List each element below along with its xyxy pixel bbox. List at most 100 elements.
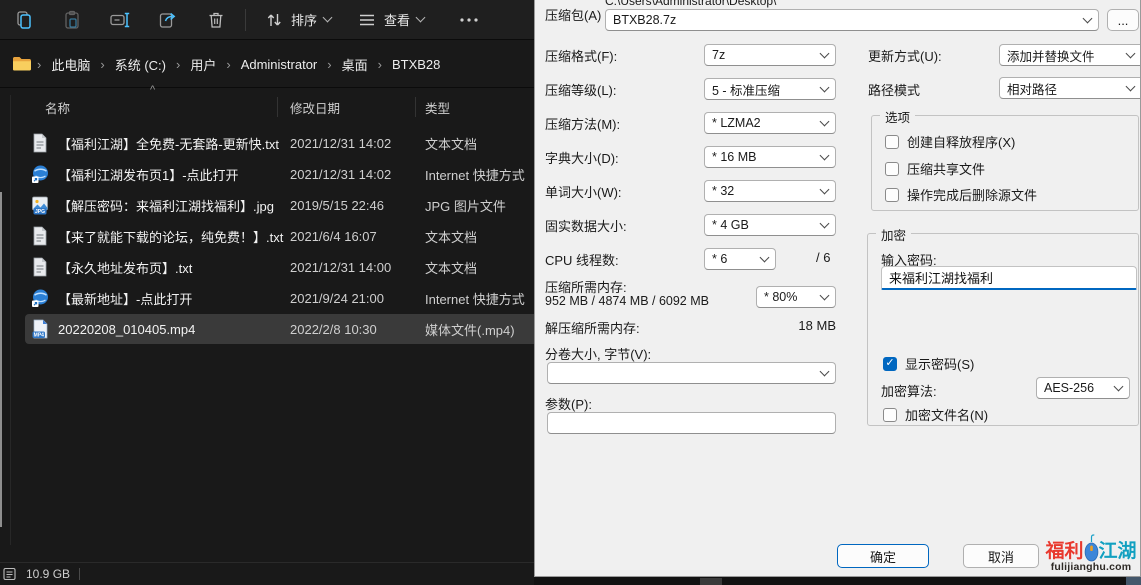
breadcrumb-item-system-c[interactable]: 系统 (C:) [106, 51, 175, 78]
chevron-down-icon [820, 116, 830, 126]
create-sfx-checkbox[interactable]: 创建自释放程序(X) [885, 132, 1015, 151]
file-date: 2021/12/31 14:00 [290, 260, 425, 275]
ok-button[interactable]: 确定 [837, 544, 929, 568]
breadcrumb-item-btxb28[interactable]: BTXB28 [383, 53, 449, 76]
cancel-button[interactable]: 取消 [963, 544, 1039, 568]
path-mode-select[interactable]: 相对路径 [999, 77, 1141, 99]
chevron-down-icon [820, 184, 830, 194]
chevron-down-icon [1114, 381, 1124, 391]
chevron-down-icon [820, 218, 830, 228]
breadcrumb-item-users[interactable]: 用户 [181, 51, 225, 78]
dictionary-size-value: * 16 MB [712, 150, 756, 164]
memory-decompress-label: 解压缩所需内存: [545, 318, 640, 337]
parameters-input[interactable] [547, 412, 836, 434]
chevron-down-icon [760, 252, 770, 262]
encrypt-filenames-label: 加密文件名(N) [905, 405, 988, 424]
column-resize-handle[interactable] [415, 97, 416, 117]
taskbar-strip [534, 577, 1141, 585]
copy-button[interactable] [0, 3, 48, 37]
method-select[interactable]: * LZMA2 [704, 112, 836, 134]
solid-block-select[interactable]: * 4 GB [704, 214, 836, 236]
breadcrumb-item-this-pc[interactable]: 此电脑 [42, 51, 99, 78]
chevron-down-icon [820, 48, 830, 58]
options-group-title: 选项 [880, 107, 915, 126]
delete-after-checkbox[interactable]: 操作完成后删除源文件 [885, 185, 1037, 204]
path-mode-label: 路径模式 [868, 80, 920, 99]
method-label: 压缩方法(M): [545, 114, 620, 133]
delete-button[interactable] [192, 3, 240, 37]
show-password-checkbox[interactable]: 显示密码(S) [883, 354, 974, 373]
txt-file-icon [31, 133, 49, 153]
pane-splitter-handle[interactable] [0, 192, 2, 527]
column-header-date[interactable]: 修改日期 [290, 98, 425, 117]
share-button[interactable] [144, 3, 192, 37]
chevron-down-icon [820, 82, 830, 92]
chevron-down-icon [820, 366, 830, 376]
compress-shared-checkbox[interactable]: 压缩共享文件 [885, 159, 985, 178]
browse-label: ... [1118, 13, 1129, 28]
format-select[interactable]: 7z [704, 44, 836, 66]
cancel-button-label: 取消 [988, 547, 1014, 566]
cpu-threads-select[interactable]: * 6 [704, 248, 776, 270]
file-date: 2021/12/31 14:02 [290, 136, 425, 151]
status-divider [79, 568, 80, 580]
level-select[interactable]: 5 - 标准压缩 [704, 78, 836, 100]
update-mode-select[interactable]: 添加并替换文件 [999, 44, 1141, 66]
encryption-method-select[interactable]: AES-256 [1036, 377, 1130, 399]
path-mode-value: 相对路径 [1007, 79, 1057, 98]
create-sfx-label: 创建自释放程序(X) [907, 132, 1015, 151]
encrypt-filenames-checkbox[interactable]: 加密文件名(N) [883, 405, 988, 424]
level-label: 压缩等级(L): [545, 80, 617, 99]
checkbox-unchecked-icon [885, 162, 899, 176]
dictionary-size-select[interactable]: * 16 MB [704, 146, 836, 168]
items-list-icon [3, 567, 17, 581]
breadcrumb-separator: › [226, 57, 230, 72]
breadcrumb-separator: › [176, 57, 180, 72]
checkbox-checked-icon [883, 357, 897, 371]
jpg-file-icon: JPG [31, 195, 49, 215]
volume-size-label: 分卷大小, 字节(V): [545, 344, 651, 363]
memory-usage-select[interactable]: * 80% [756, 286, 836, 308]
logo-domain: fulijianghu.com [1041, 561, 1141, 573]
add-to-archive-dialog: 压缩包(A) C:\Users\Administrator\Desktop\ B… [534, 0, 1141, 577]
breadcrumb-separator: › [327, 57, 331, 72]
chevron-down-icon [820, 290, 830, 300]
paste-button[interactable] [48, 3, 96, 37]
word-size-label: 单词大小(W): [545, 182, 622, 201]
more-options-button[interactable] [445, 3, 493, 37]
sort-menu-button[interactable]: 排序 [251, 3, 344, 37]
archive-name-combobox[interactable]: BTXB28.7z [605, 9, 1099, 31]
archive-name-value: BTXB28.7z [613, 13, 676, 27]
volume-size-combobox[interactable] [547, 362, 836, 384]
rename-icon [109, 10, 131, 30]
memory-decompress-value: 18 MB [765, 318, 836, 333]
checkbox-unchecked-icon [885, 135, 899, 149]
svg-text:MP4: MP4 [34, 333, 45, 339]
breadcrumb-item-desktop[interactable]: 桌面 [333, 51, 377, 78]
update-mode-value: 添加并替换文件 [1007, 46, 1095, 65]
view-menu-button[interactable]: 查看 [344, 3, 437, 37]
mouse-icon [1084, 533, 1099, 563]
column-header-name[interactable]: 名称 [25, 98, 290, 117]
word-size-select[interactable]: * 32 [704, 180, 836, 202]
breadcrumb-separator: › [378, 57, 382, 72]
status-bar: 10.9 GB [0, 562, 534, 585]
checkbox-unchecked-icon [885, 188, 899, 202]
cpu-threads-max: / 6 [816, 250, 830, 265]
navigation-pane-divider [10, 95, 11, 545]
chevron-down-icon [416, 13, 426, 23]
folder-icon [12, 56, 32, 72]
chevron-down-icon [323, 13, 333, 23]
breadcrumb-item-administrator[interactable]: Administrator [232, 53, 327, 76]
ok-button-label: 确定 [870, 547, 896, 566]
file-date: 2019/5/15 22:46 [290, 198, 425, 213]
column-resize-handle[interactable] [277, 97, 278, 117]
archive-label: 压缩包(A) [545, 5, 601, 24]
archive-path: C:\Users\Administrator\Desktop\ [605, 0, 776, 8]
sort-icon [264, 11, 284, 29]
password-input[interactable] [881, 266, 1137, 290]
copy-icon [14, 10, 34, 30]
browse-button[interactable]: ... [1107, 9, 1139, 31]
breadcrumb-separator: › [37, 57, 41, 72]
rename-button[interactable] [96, 3, 144, 37]
